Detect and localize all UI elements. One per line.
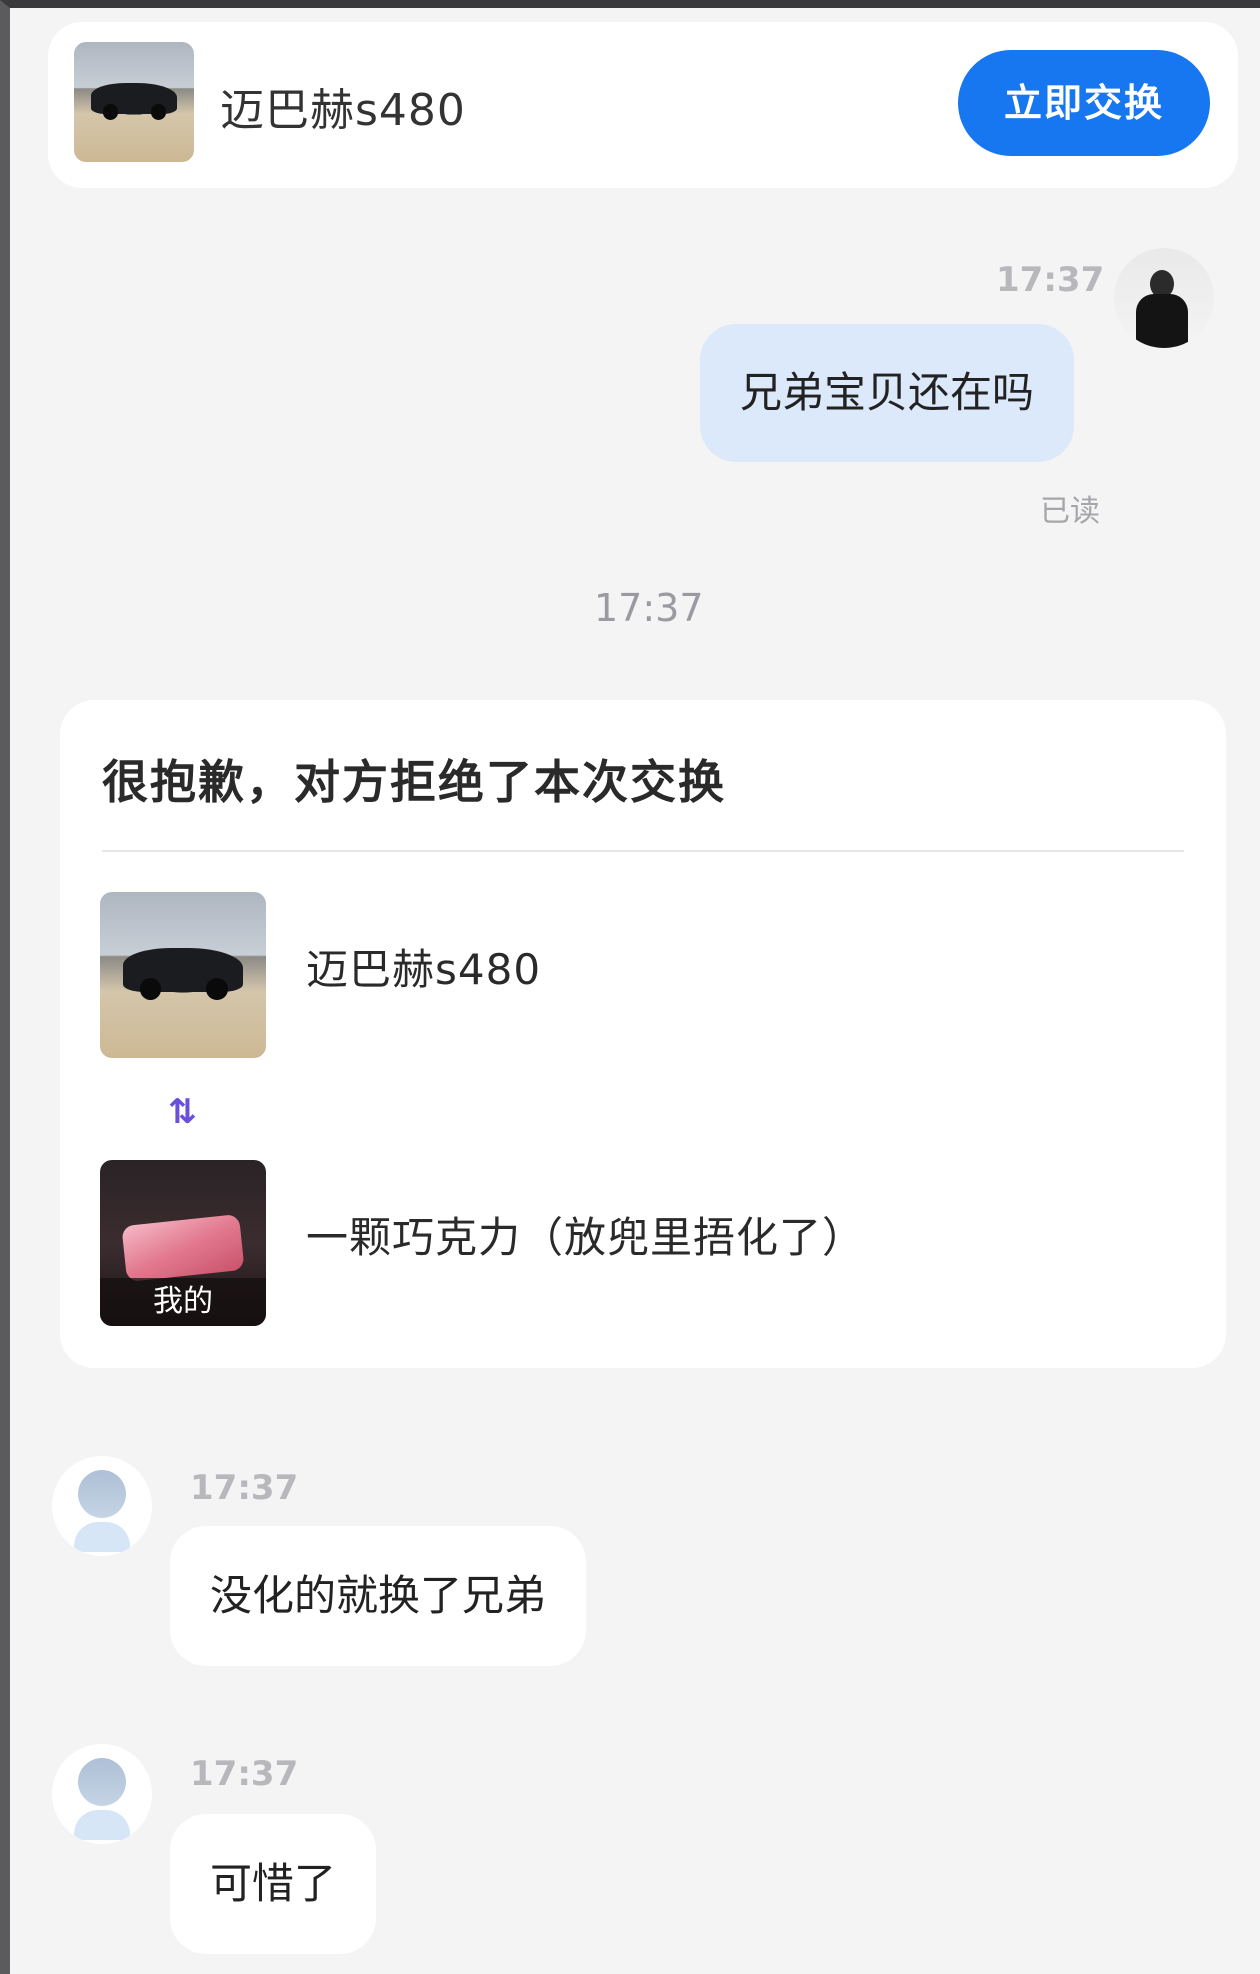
other-message-bubble[interactable]: 可惜了 xyxy=(170,1814,377,1954)
message-time: 17:37 xyxy=(996,260,1105,300)
other-message-bubble[interactable]: 没化的就换了兄弟 xyxy=(170,1526,587,1666)
product-title: 迈巴赫s480 xyxy=(220,85,466,136)
divider xyxy=(102,850,1184,852)
exchange-result-card[interactable]: 很抱歉，对方拒绝了本次交换 迈巴赫s480 ⇅ 我的 一颗巧克力（放兜里捂化了） xyxy=(60,700,1226,1368)
product-thumbnail[interactable] xyxy=(74,42,194,162)
message-time: 17:37 xyxy=(190,1754,299,1794)
my-message-bubble[interactable]: 兄弟宝贝还在吗 xyxy=(700,324,1075,462)
result-title: 很抱歉，对方拒绝了本次交换 xyxy=(102,755,726,809)
swap-now-button[interactable]: 立即交换 xyxy=(958,50,1210,156)
message-text: 兄弟宝贝还在吗 xyxy=(740,368,1035,417)
my-item-tag: 我的 xyxy=(100,1278,266,1326)
my-item-thumbnail[interactable]: 我的 xyxy=(100,1160,266,1326)
car-wheel xyxy=(102,104,119,120)
avatar-body xyxy=(1136,294,1188,348)
read-status: 已读 xyxy=(1040,494,1100,529)
product-card[interactable]: 迈巴赫s480 立即交换 xyxy=(48,22,1238,188)
message-text: 没化的就换了兄弟 xyxy=(210,1571,547,1620)
chat-screen: 迈巴赫s480 立即交换 17:37 兄弟宝贝还在吗 已读 17:37 很抱歉，… xyxy=(0,0,1260,1974)
message-time: 17:37 xyxy=(190,1468,299,1508)
swap-arrows-icon: ⇅ xyxy=(168,1092,197,1132)
car-wheel xyxy=(150,104,167,120)
avatar-head xyxy=(78,1470,126,1518)
center-timestamp: 17:37 xyxy=(594,586,704,630)
avatar-body xyxy=(74,1522,130,1552)
car-wheel xyxy=(206,978,228,1000)
their-item-thumbnail[interactable] xyxy=(100,892,266,1058)
my-item-name: 一颗巧克力（放兜里捂化了） xyxy=(306,1213,866,1262)
other-avatar[interactable] xyxy=(52,1744,152,1844)
chocolate-wrapper xyxy=(121,1213,245,1283)
car-wheel xyxy=(139,978,162,1000)
my-avatar[interactable] xyxy=(1114,248,1214,348)
avatar-body xyxy=(74,1810,130,1840)
avatar-head xyxy=(78,1758,126,1806)
their-item-name: 迈巴赫s480 xyxy=(306,945,542,994)
other-avatar[interactable] xyxy=(52,1456,152,1556)
message-text: 可惜了 xyxy=(210,1859,337,1908)
